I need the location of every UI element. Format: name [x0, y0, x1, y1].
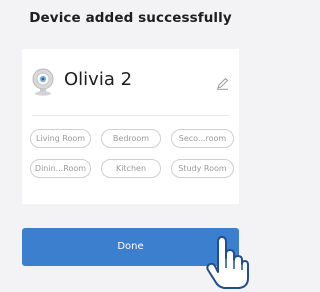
room-chip-bedroom[interactable]: Bedroom — [101, 129, 161, 148]
success-title: Device added successfully — [29, 10, 232, 26]
camera-icon — [32, 68, 54, 96]
pencil-icon[interactable] — [216, 77, 229, 90]
room-chip-dining-room[interactable]: Dinin...Room — [30, 159, 91, 178]
device-card: Olivia 2 Living Room Bedroom Seco...room… — [22, 49, 239, 204]
device-name: Olivia 2 — [64, 69, 133, 90]
room-chip-living-room[interactable]: Living Room — [30, 129, 91, 148]
hand-cursor-icon — [206, 236, 249, 289]
room-chip-second-room[interactable]: Seco...room — [171, 129, 234, 148]
room-chip-kitchen[interactable]: Kitchen — [101, 159, 161, 178]
divider — [32, 115, 229, 116]
room-chip-study-room[interactable]: Study Room — [171, 159, 234, 178]
